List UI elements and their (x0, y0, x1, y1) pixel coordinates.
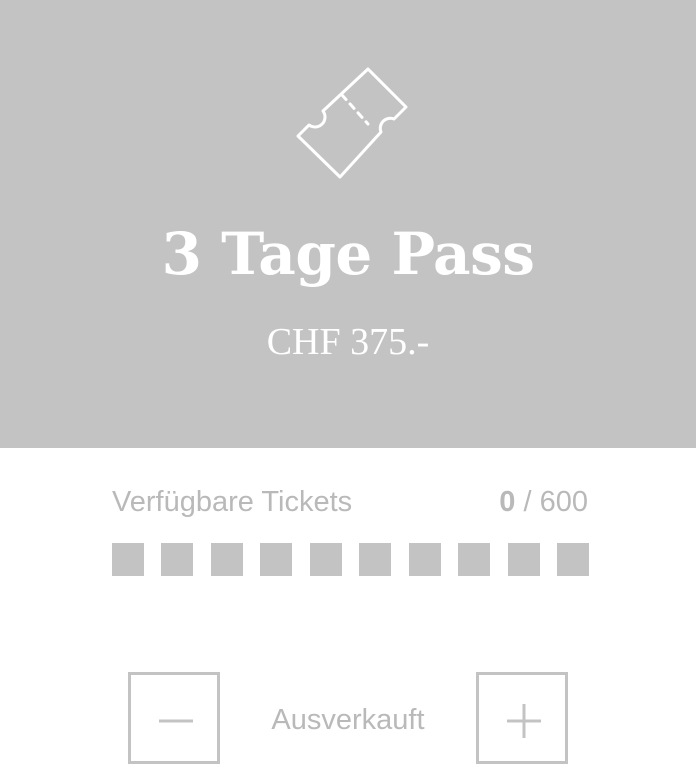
availability-block (310, 543, 342, 576)
ticket-price: CHF 375.- (266, 321, 430, 363)
plus-icon (507, 704, 541, 738)
availability-indicator (112, 543, 589, 576)
availability-block (409, 543, 441, 576)
availability-block (112, 543, 144, 576)
total-count: 600 (539, 486, 588, 518)
available-tickets-count: 0 / 600 (499, 482, 588, 522)
minus-icon (159, 719, 193, 723)
ticket-hero: 3 Tage Pass CHF 375.- (0, 0, 696, 448)
availability-block (359, 543, 391, 576)
availability-block (161, 543, 193, 576)
count-separator: / (515, 486, 540, 518)
availability-block (260, 543, 292, 576)
ticket-icon (296, 67, 408, 179)
availability-block (557, 543, 589, 576)
ticket-title: 3 Tage Pass (161, 220, 535, 288)
ticket-card: 3 Tage Pass CHF 375.- Verfügbare Tickets… (0, 0, 696, 768)
available-tickets-label: Verfügbare Tickets (112, 486, 353, 518)
increase-quantity-button[interactable] (476, 672, 568, 764)
sold-count: 0 (499, 486, 516, 518)
availability-block (508, 543, 540, 576)
availability-block (458, 543, 490, 576)
availability-block (211, 543, 243, 576)
quantity-status: Ausverkauft (271, 704, 425, 736)
decrease-quantity-button[interactable] (128, 672, 220, 764)
